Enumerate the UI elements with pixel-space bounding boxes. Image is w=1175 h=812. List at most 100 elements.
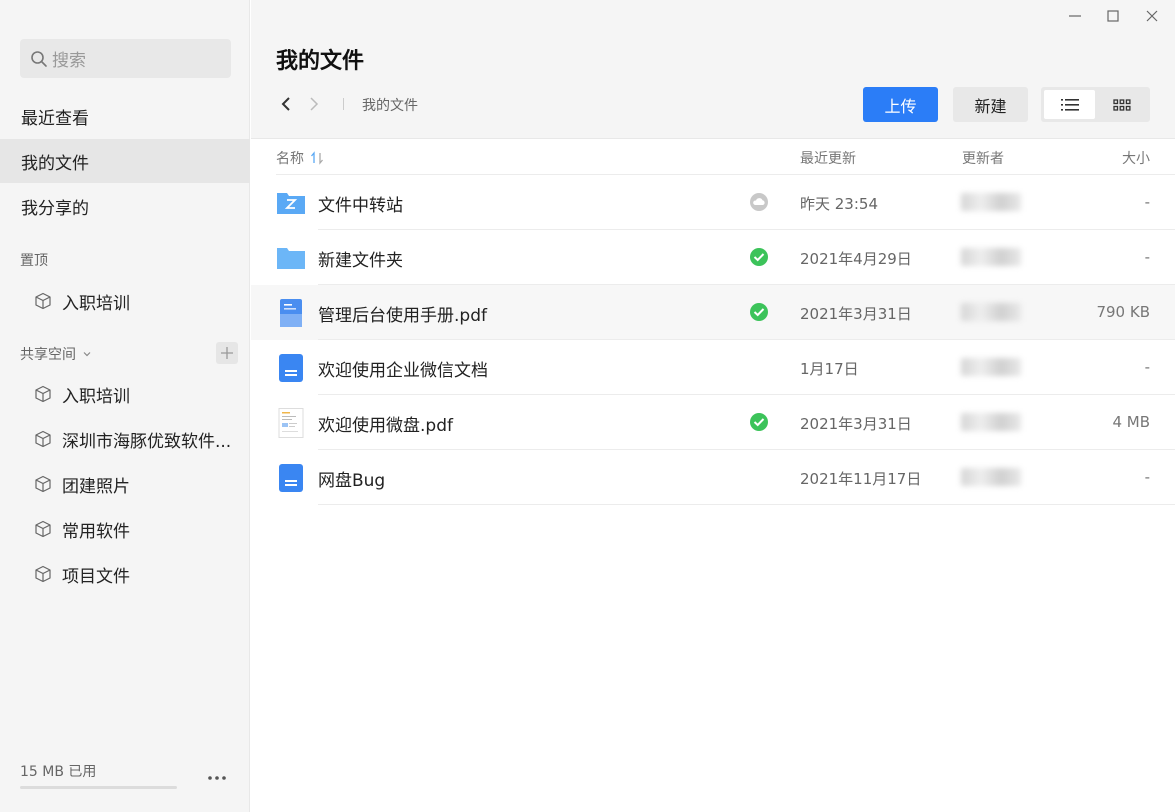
column-name-header[interactable]: 名称 bbox=[276, 148, 324, 168]
space-item[interactable]: 常用软件 bbox=[34, 509, 244, 549]
file-name: 欢迎使用企业微信文档 bbox=[318, 361, 488, 381]
pinned-item[interactable]: 入职培训 bbox=[34, 281, 244, 321]
forward-button[interactable] bbox=[306, 94, 322, 114]
chevron-down-icon bbox=[83, 352, 91, 357]
cube-icon bbox=[35, 292, 51, 310]
updater-name-blurred bbox=[961, 358, 1021, 376]
file-size: - bbox=[1144, 358, 1150, 376]
table-row[interactable]: 欢迎使用企业微信文档 1月17日 - bbox=[251, 340, 1175, 395]
space-item-label: 常用软件 bbox=[62, 521, 130, 542]
space-item-label: 入职培训 bbox=[62, 386, 130, 407]
close-icon bbox=[1146, 10, 1158, 22]
synced-check-icon bbox=[750, 303, 768, 321]
file-name: 新建文件夹 bbox=[318, 251, 403, 271]
pdf-icon bbox=[280, 299, 302, 327]
file-date: 2021年3月31日 bbox=[800, 415, 912, 433]
table-row[interactable]: 文件中转站 昨天 23:54 - bbox=[251, 175, 1175, 230]
file-size: - bbox=[1144, 468, 1150, 486]
table-row[interactable]: 欢迎使用微盘.pdf 2021年3月31日 4 MB bbox=[251, 395, 1175, 450]
transfer-folder-icon bbox=[277, 193, 305, 214]
sidebar: 搜索 最近查看 我的文件 我分享的 置顶 入职培训 共享空间 入职培训 深圳市海… bbox=[0, 0, 250, 812]
maximize-icon bbox=[1107, 10, 1119, 22]
add-space-button[interactable] bbox=[216, 342, 238, 364]
search-input[interactable]: 搜索 bbox=[20, 39, 231, 78]
header: 我的文件 我的文件 上传 新建 bbox=[251, 0, 1175, 139]
list-view-icon bbox=[1060, 98, 1079, 111]
grid-view-icon bbox=[1113, 98, 1131, 111]
shared-space-toggle[interactable]: 共享空间 bbox=[20, 344, 94, 364]
space-item-label: 项目文件 bbox=[62, 566, 130, 587]
file-name: 管理后台使用手册.pdf bbox=[318, 306, 487, 326]
cube-icon bbox=[35, 520, 51, 538]
file-date: 昨天 23:54 bbox=[800, 195, 878, 213]
view-toggle bbox=[1041, 87, 1150, 122]
cube-icon bbox=[35, 565, 51, 583]
breadcrumb[interactable]: 我的文件 bbox=[362, 95, 418, 115]
file-date: 2021年3月31日 bbox=[800, 305, 912, 323]
back-button[interactable] bbox=[278, 94, 294, 114]
file-name: 文件中转站 bbox=[318, 196, 403, 216]
updater-name-blurred bbox=[961, 193, 1021, 211]
space-item[interactable]: 团建照片 bbox=[34, 464, 244, 504]
file-name: 网盘Bug bbox=[318, 471, 386, 491]
main-panel: 我的文件 我的文件 上传 新建 名称 最近更新 更新者 大小 文件中转站 昨天 … bbox=[251, 0, 1175, 812]
nav-recent[interactable]: 最近查看 bbox=[0, 94, 250, 138]
more-button[interactable] bbox=[207, 766, 227, 785]
grid-view-button[interactable] bbox=[1097, 90, 1147, 119]
updater-name-blurred bbox=[961, 468, 1021, 486]
close-button[interactable] bbox=[1142, 6, 1162, 26]
storage-usage-label: 15 MB 已用 bbox=[20, 764, 97, 780]
row-divider bbox=[318, 504, 1175, 505]
storage-progress-bar bbox=[20, 786, 177, 789]
folder-icon bbox=[277, 248, 305, 269]
chevron-left-icon bbox=[281, 97, 290, 111]
file-date: 1月17日 bbox=[800, 360, 859, 378]
breadcrumb-divider bbox=[343, 98, 344, 110]
doc-icon bbox=[279, 354, 303, 382]
space-item-label: 深圳市海豚优致软件... bbox=[62, 431, 232, 452]
minimize-icon bbox=[1069, 15, 1081, 17]
table-row[interactable]: 管理后台使用手册.pdf 2021年3月31日 790 KB bbox=[251, 285, 1175, 340]
chevron-right-icon bbox=[310, 97, 319, 111]
cube-icon bbox=[35, 430, 51, 448]
search-icon bbox=[31, 50, 47, 67]
nav-shared-by-me[interactable]: 我分享的 bbox=[0, 184, 250, 228]
file-date: 2021年11月17日 bbox=[800, 470, 922, 488]
table-row[interactable]: 新建文件夹 2021年4月29日 - bbox=[251, 230, 1175, 285]
column-name-label: 名称 bbox=[276, 151, 304, 167]
file-size: 4 MB bbox=[1112, 413, 1150, 431]
nav-my-files[interactable]: 我的文件 bbox=[0, 139, 250, 183]
synced-check-icon bbox=[750, 413, 768, 431]
more-dots-icon bbox=[208, 776, 226, 780]
space-item[interactable]: 项目文件 bbox=[34, 554, 244, 594]
pinned-item-label: 入职培训 bbox=[62, 293, 130, 314]
file-name: 欢迎使用微盘.pdf bbox=[318, 416, 453, 436]
maximize-button[interactable] bbox=[1103, 6, 1123, 26]
new-button[interactable]: 新建 bbox=[953, 87, 1028, 122]
space-item[interactable]: 深圳市海豚优致软件... bbox=[34, 419, 244, 459]
cube-icon bbox=[35, 475, 51, 493]
upload-button[interactable]: 上传 bbox=[863, 87, 938, 122]
sort-icon bbox=[311, 151, 323, 165]
pdf-thumbnail-icon bbox=[278, 408, 304, 438]
page-title: 我的文件 bbox=[276, 49, 365, 74]
list-view-button[interactable] bbox=[1044, 90, 1095, 119]
file-size: - bbox=[1144, 193, 1150, 211]
shared-space-label: 共享空间 bbox=[20, 347, 76, 363]
file-date: 2021年4月29日 bbox=[800, 250, 912, 268]
space-item-label: 团建照片 bbox=[62, 476, 130, 497]
column-size-header[interactable]: 大小 bbox=[1122, 148, 1150, 168]
column-updated-header[interactable]: 最近更新 bbox=[800, 148, 856, 168]
doc-icon bbox=[279, 464, 303, 492]
cloud-icon bbox=[750, 193, 768, 211]
updater-name-blurred bbox=[961, 248, 1021, 266]
synced-check-icon bbox=[750, 248, 768, 266]
minimize-button[interactable] bbox=[1065, 6, 1085, 26]
search-placeholder: 搜索 bbox=[52, 51, 86, 71]
space-item[interactable]: 入职培训 bbox=[34, 374, 244, 414]
file-size: - bbox=[1144, 248, 1150, 266]
updater-name-blurred bbox=[961, 303, 1021, 321]
updater-name-blurred bbox=[961, 413, 1021, 431]
table-row[interactable]: 网盘Bug 2021年11月17日 - bbox=[251, 450, 1175, 505]
column-updater-header[interactable]: 更新者 bbox=[962, 148, 1004, 168]
